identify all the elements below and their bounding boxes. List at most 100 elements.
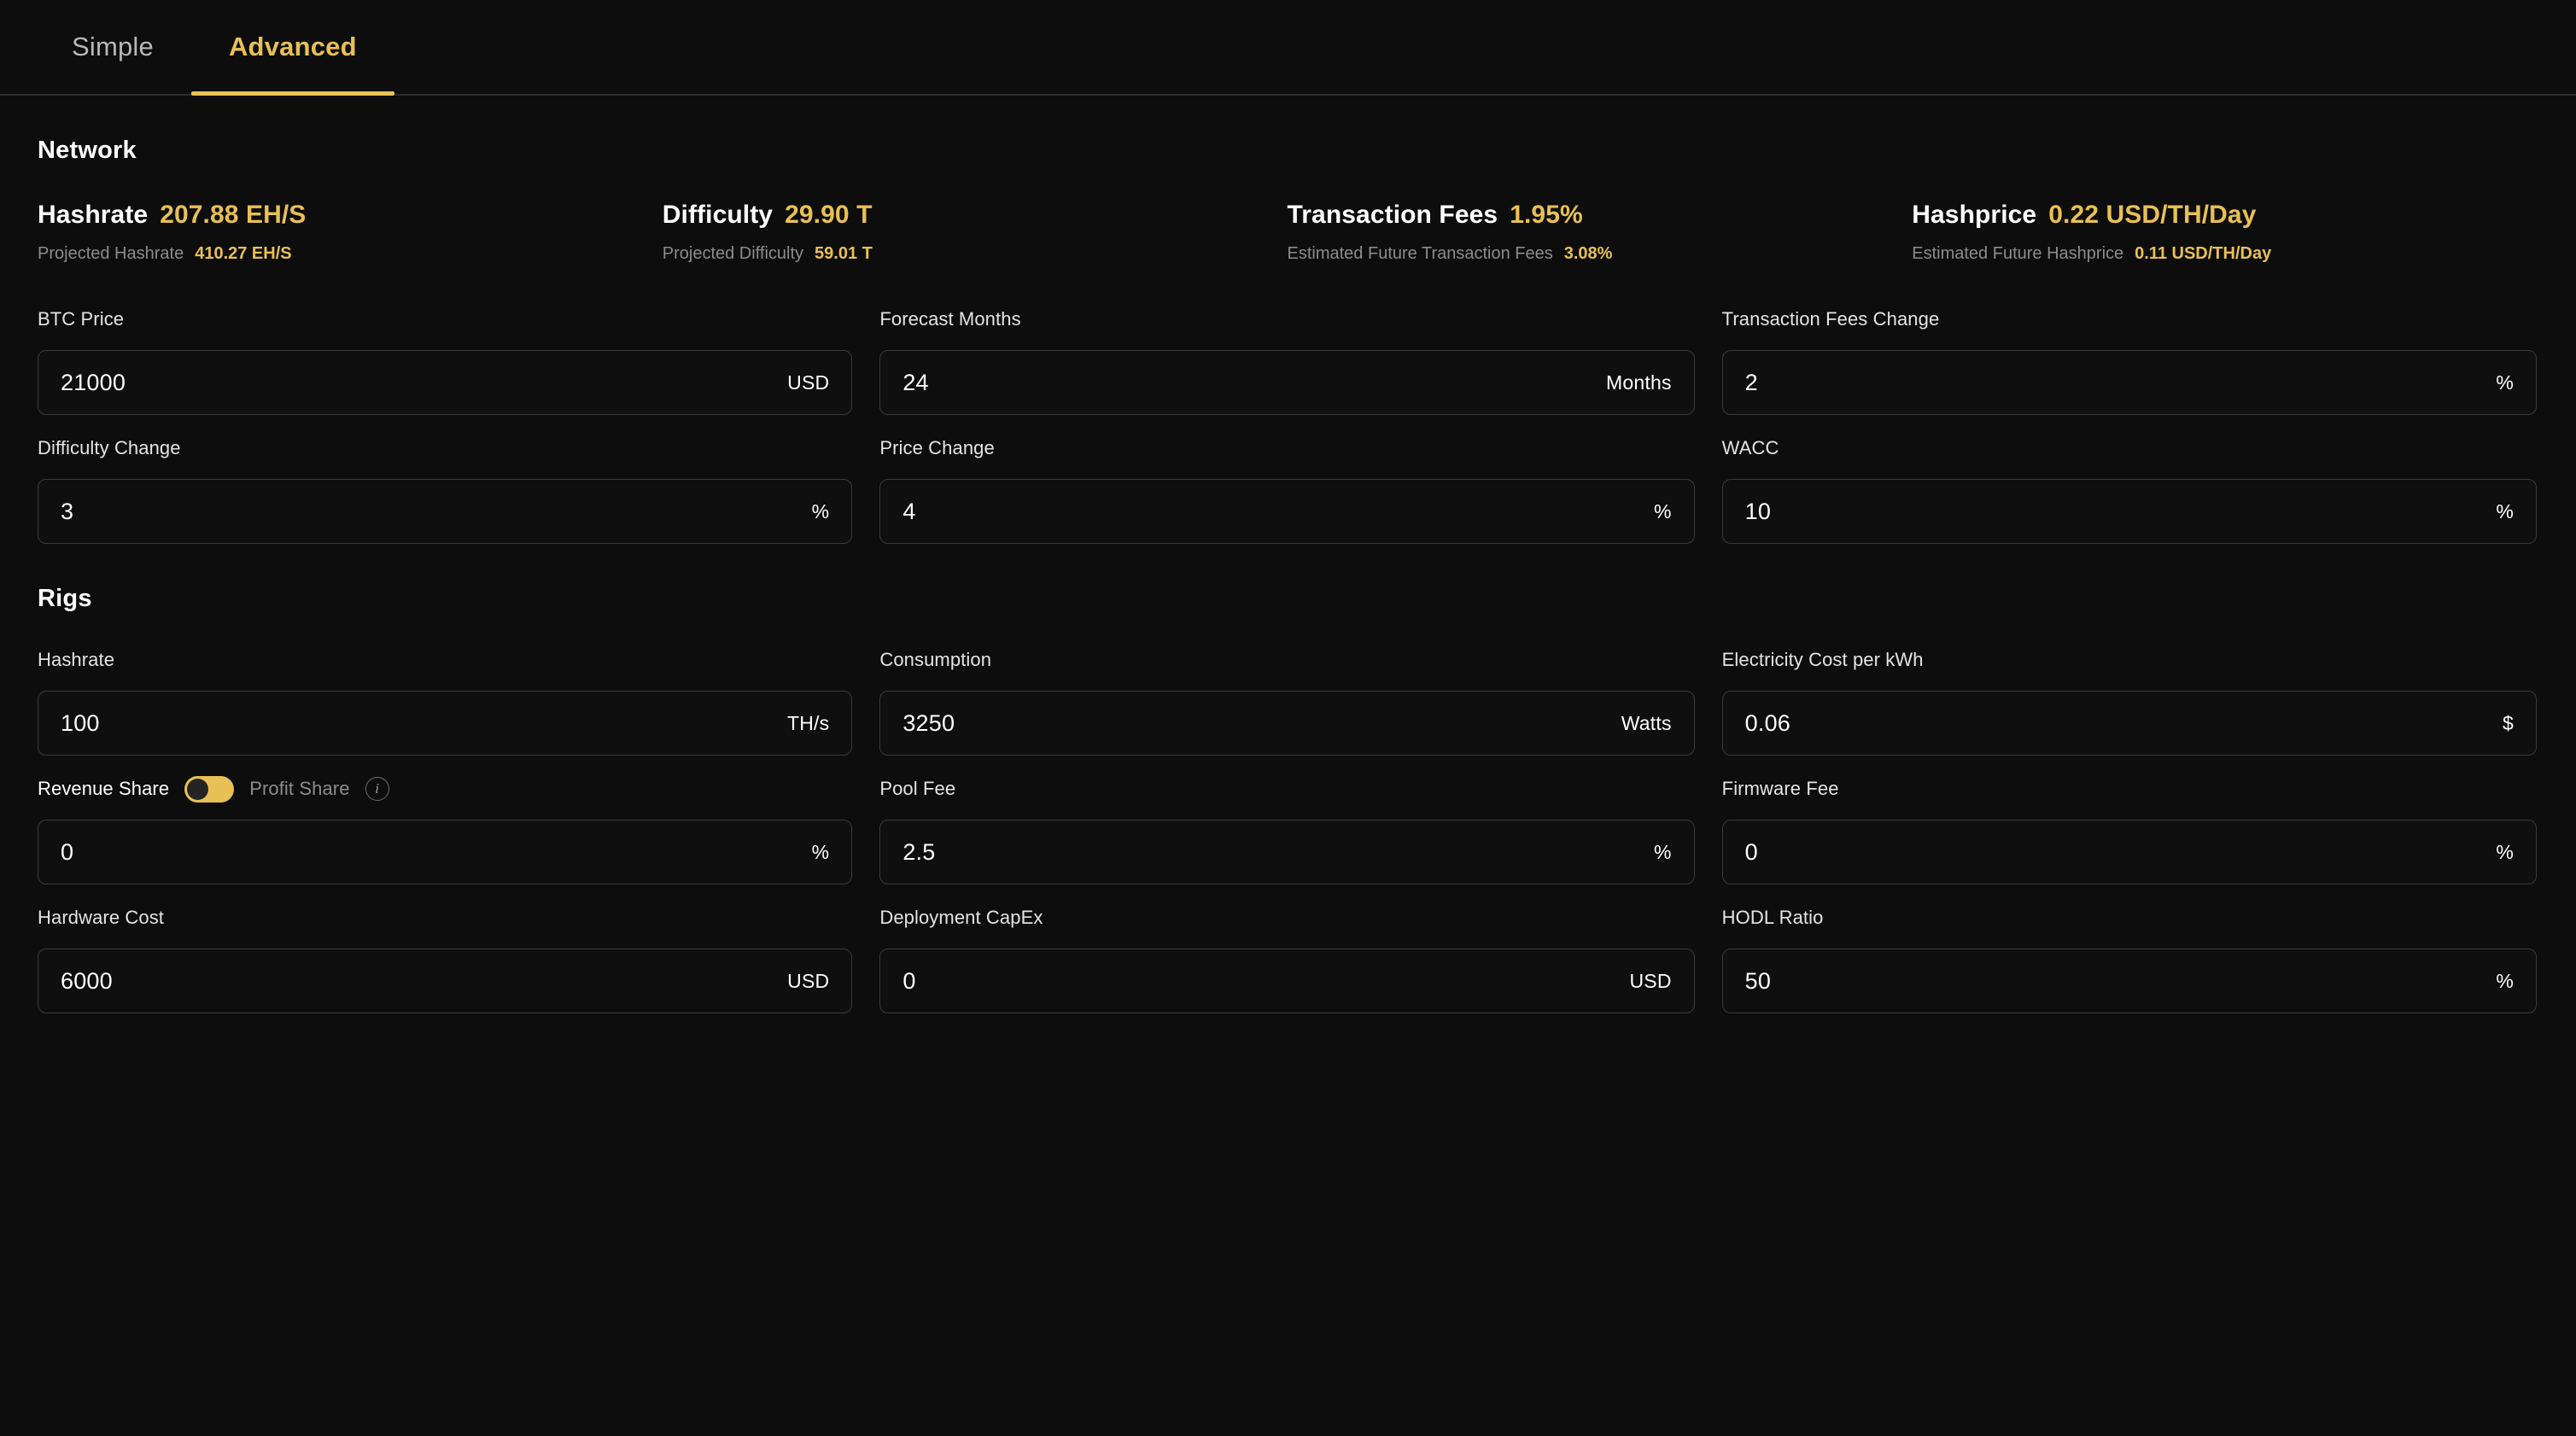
consumption-input-wrap[interactable]: Watts bbox=[879, 691, 1695, 756]
field-deployment-capex: Deployment CapEx USD bbox=[879, 907, 1695, 1013]
field-difficulty-change: Difficulty Change % bbox=[38, 437, 853, 544]
revenue-share-header: Revenue Share Profit Share i bbox=[38, 775, 852, 803]
tab-bar: Simple Advanced bbox=[0, 0, 2576, 96]
stat-sub-label: Estimated Future Hashprice bbox=[1912, 244, 2124, 263]
rigs-section-title: Rigs bbox=[38, 585, 92, 612]
tab-advanced[interactable]: Advanced bbox=[190, 0, 394, 96]
pool-fee-input[interactable] bbox=[902, 838, 1638, 866]
field-hodl-ratio: HODL Ratio % bbox=[1721, 907, 2537, 1013]
network-stats: Hashrate 207.88 EH/S Projected Hashrate … bbox=[38, 201, 2537, 264]
unit-label: % bbox=[1654, 840, 1672, 863]
network-fields-grid: BTC Price USD Forecast Months Months Tra… bbox=[38, 308, 2537, 566]
field-label: WACC bbox=[1721, 437, 1779, 458]
hardware-cost-input-wrap[interactable]: USD bbox=[38, 949, 853, 1013]
stat-main-row: Transaction Fees 1.95% bbox=[1288, 201, 1913, 229]
stat-sub-value: 410.27 EH/S bbox=[195, 244, 292, 263]
wacc-input[interactable] bbox=[1744, 498, 2481, 525]
revenue-share-input[interactable] bbox=[61, 838, 797, 866]
field-label: HODL Ratio bbox=[1721, 907, 1824, 928]
stat-label: Hashrate bbox=[38, 201, 149, 229]
field-revenue-share: Revenue Share Profit Share i % bbox=[38, 775, 853, 884]
field-label: Consumption bbox=[879, 649, 992, 670]
stat-label: Difficulty bbox=[662, 201, 774, 229]
stat-sub-label: Projected Difficulty bbox=[662, 244, 804, 263]
hodl-ratio-input[interactable] bbox=[1744, 967, 2481, 995]
field-consumption: Consumption Watts bbox=[879, 649, 1695, 756]
difficulty-change-input[interactable] bbox=[61, 498, 797, 525]
revenue-share-label: Revenue Share bbox=[38, 778, 170, 799]
tab-simple[interactable]: Simple bbox=[34, 0, 191, 94]
revenue-profit-share-toggle[interactable] bbox=[184, 775, 235, 803]
stat-sub-row: Projected Hashrate 410.27 EH/S bbox=[38, 244, 663, 264]
transaction-fees-change-input[interactable] bbox=[1744, 369, 2481, 396]
unit-label: USD bbox=[787, 371, 830, 394]
app-root: Simple Advanced Network Hashrate 207.88 … bbox=[0, 0, 2576, 1436]
consumption-input[interactable] bbox=[902, 709, 1606, 737]
field-rig-hashrate: Hashrate TH/s bbox=[38, 649, 853, 756]
electricity-cost-input[interactable] bbox=[1744, 709, 2487, 737]
stat-value: 0.22 USD/TH/Day bbox=[2048, 201, 2257, 229]
price-change-input[interactable] bbox=[902, 498, 1638, 525]
electricity-cost-input-wrap[interactable]: $ bbox=[1721, 691, 2537, 756]
field-hardware-cost: Hardware Cost USD bbox=[38, 907, 853, 1013]
field-price-change: Price Change % bbox=[879, 437, 1695, 544]
rigs-fields-grid: Hashrate TH/s Consumption Watts Electric… bbox=[38, 649, 2537, 1036]
stat-sub-label: Projected Hashrate bbox=[38, 244, 184, 263]
profit-share-label: Profit Share bbox=[249, 778, 350, 799]
field-forecast-months: Forecast Months Months bbox=[879, 308, 1695, 415]
stat-sub-value: 0.11 USD/TH/Day bbox=[2135, 244, 2272, 263]
hardware-cost-input[interactable] bbox=[61, 967, 773, 995]
forecast-months-input-wrap[interactable]: Months bbox=[879, 350, 1695, 415]
stat-sub-row: Estimated Future Transaction Fees 3.08% bbox=[1288, 244, 1913, 264]
field-btc-price: BTC Price USD bbox=[38, 308, 853, 415]
field-label: Hashrate bbox=[38, 649, 115, 670]
deployment-capex-input-wrap[interactable]: USD bbox=[879, 949, 1695, 1013]
unit-label: % bbox=[1654, 499, 1672, 522]
stat-sub-value: 59.01 T bbox=[815, 244, 873, 263]
firmware-fee-input[interactable] bbox=[1744, 838, 2481, 866]
rig-hashrate-input-wrap[interactable]: TH/s bbox=[38, 691, 853, 756]
field-label: Price Change bbox=[879, 437, 995, 458]
deployment-capex-input[interactable] bbox=[902, 967, 1615, 995]
field-label: Deployment CapEx bbox=[879, 907, 1043, 928]
unit-label: % bbox=[2496, 969, 2514, 992]
stat-label: Hashprice bbox=[1912, 201, 2037, 229]
stat-label: Transaction Fees bbox=[1287, 201, 1498, 229]
pool-fee-input-wrap[interactable]: % bbox=[879, 820, 1695, 884]
stat-hashprice: Hashprice 0.22 USD/TH/Day Estimated Futu… bbox=[1912, 201, 2537, 264]
unit-label: % bbox=[2496, 840, 2514, 863]
field-label: Electricity Cost per kWh bbox=[1721, 649, 1924, 670]
field-label: BTC Price bbox=[38, 308, 125, 330]
field-wacc: WACC % bbox=[1721, 437, 2537, 544]
field-label: Hardware Cost bbox=[38, 907, 165, 928]
btc-price-input[interactable] bbox=[61, 369, 773, 396]
stat-main-row: Hashrate 207.88 EH/S bbox=[38, 201, 663, 229]
field-pool-fee: Pool Fee % bbox=[879, 778, 1695, 884]
btc-price-input-wrap[interactable]: USD bbox=[38, 350, 853, 415]
main-content: Network Hashrate 207.88 EH/S Projected H… bbox=[0, 96, 2576, 1436]
stat-sub-row: Estimated Future Hashprice 0.11 USD/TH/D… bbox=[1912, 244, 2537, 264]
unit-label: $ bbox=[2502, 711, 2514, 734]
network-section-title: Network bbox=[38, 137, 137, 164]
transaction-fees-change-input-wrap[interactable]: % bbox=[1721, 350, 2537, 415]
firmware-fee-input-wrap[interactable]: % bbox=[1721, 820, 2537, 884]
forecast-months-input[interactable] bbox=[902, 369, 1592, 396]
info-icon[interactable]: i bbox=[365, 777, 389, 801]
unit-label: Watts bbox=[1621, 711, 1672, 734]
stat-sub-value: 3.08% bbox=[1563, 244, 1613, 263]
unit-label: USD bbox=[1629, 969, 1672, 992]
stat-hashrate: Hashrate 207.88 EH/S Projected Hashrate … bbox=[38, 201, 663, 264]
hodl-ratio-input-wrap[interactable]: % bbox=[1721, 949, 2537, 1013]
unit-label: Months bbox=[1606, 371, 1672, 394]
rig-hashrate-input[interactable] bbox=[61, 709, 772, 737]
price-change-input-wrap[interactable]: % bbox=[879, 479, 1695, 544]
revenue-share-input-wrap[interactable]: % bbox=[38, 820, 853, 884]
field-firmware-fee: Firmware Fee % bbox=[1721, 778, 2537, 884]
toggle-knob bbox=[187, 778, 209, 800]
stat-value: 207.88 EH/S bbox=[160, 201, 307, 229]
difficulty-change-input-wrap[interactable]: % bbox=[38, 479, 853, 544]
wacc-input-wrap[interactable]: % bbox=[1721, 479, 2537, 544]
unit-label: % bbox=[2496, 371, 2514, 394]
stat-value: 1.95% bbox=[1510, 201, 1583, 229]
field-label: Pool Fee bbox=[879, 778, 956, 799]
